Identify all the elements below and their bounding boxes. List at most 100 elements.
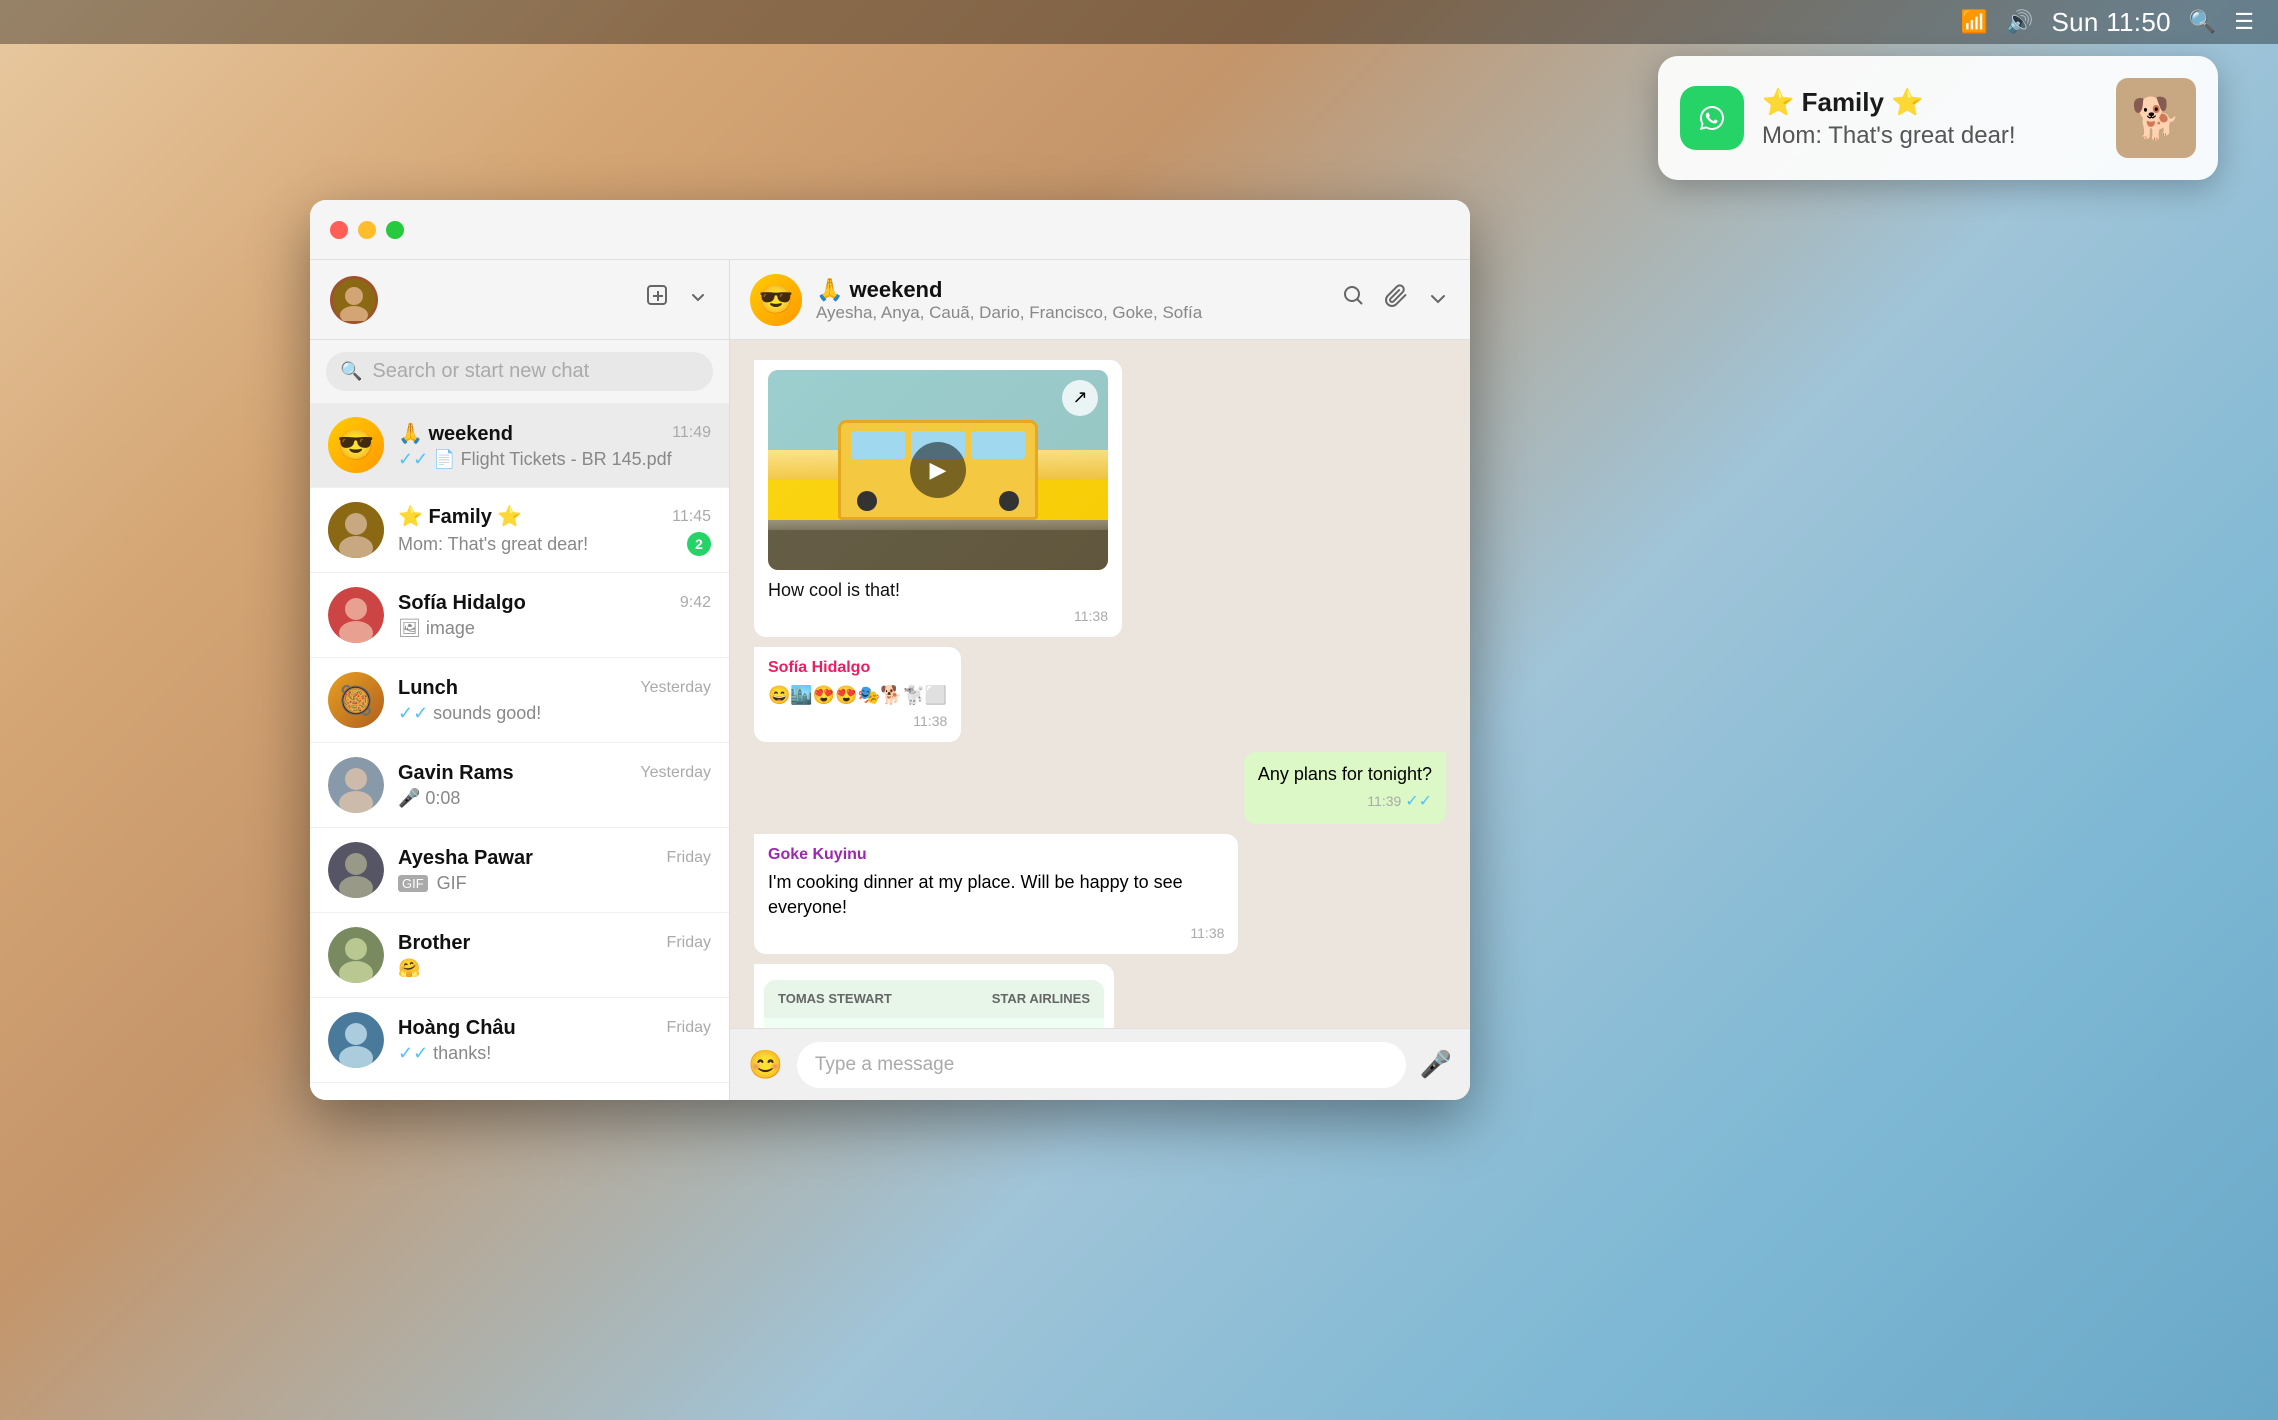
message-input-field[interactable]: Type a message — [797, 1042, 1406, 1088]
menubar: 📶 🔊 Sun 11:50 🔍 ☰ — [0, 0, 2278, 44]
chat-info-hoang: Hoàng Châu Friday ✓✓ thanks! — [398, 1017, 711, 1064]
messages-area: ▶ ↗ How cool is that! 11:38 Sofía Hidalg… — [730, 340, 1470, 1028]
chat-preview-family: Mom: That's great dear! 2 — [398, 532, 711, 556]
search-bar[interactable]: 🔍 Search or start new chat — [326, 352, 713, 391]
ticket-header: TOMAS STEWART STAR AIRLINES — [764, 980, 1104, 1018]
app-window: 🔍 Search or start new chat 😎 🙏 weekend 1… — [310, 200, 1470, 1100]
notification-title: ⭐ Family ⭐ — [1762, 87, 2098, 118]
microphone-button[interactable]: 🎤 — [1420, 1049, 1452, 1080]
chat-info-brother: Brother Friday 🤗 — [398, 932, 711, 979]
message-video: ▶ ↗ How cool is that! 11:38 — [754, 360, 1122, 637]
chat-preview-ayesha: GIF GIF — [398, 873, 711, 894]
chat-name-hoang: Hoàng Châu — [398, 1017, 516, 1040]
chat-header-avatar: 😎 — [750, 274, 802, 326]
chat-list: 😎 🙏 weekend 11:49 ✓✓ 📄 Flight Tickets - … — [310, 403, 729, 1100]
more-icon[interactable] — [1426, 284, 1450, 315]
search-menubar-icon[interactable]: 🔍 — [2189, 9, 2216, 35]
notification-message: Mom: That's great dear! — [1762, 122, 2098, 150]
video-share-button[interactable]: ↗ — [1062, 380, 1098, 416]
message-time-3: 11:38 — [768, 924, 1224, 944]
video-thumbnail[interactable]: ▶ ↗ — [768, 370, 1108, 570]
sidebar: 🔍 Search or start new chat 😎 🙏 weekend 1… — [310, 260, 730, 1100]
chat-name-family: ⭐ Family ⭐ — [398, 504, 522, 529]
chat-preview-weekend: ✓✓ 📄 Flight Tickets - BR 145.pdf — [398, 449, 711, 470]
sidebar-header — [310, 260, 729, 340]
chat-header-members: Ayesha, Anya, Cauã, Dario, Francisco, Go… — [816, 303, 1328, 323]
chat-info-sofia: Sofía Hidalgo 9:42 🖼 image — [398, 592, 711, 639]
message-text-outgoing: Any plans for tonight? — [1258, 762, 1432, 787]
traffic-lights — [330, 221, 404, 239]
chat-avatar-weekend: 😎 — [328, 417, 384, 473]
chat-time-family: 11:45 — [672, 508, 711, 526]
chat-item-family[interactable]: ⭐ Family ⭐ 11:45 Mom: That's great dear!… — [310, 488, 729, 573]
chat-time-hoang: Friday — [667, 1019, 711, 1037]
ticket-airline: STAR AIRLINES — [992, 990, 1090, 1008]
emoji-button[interactable]: 😊 — [748, 1048, 783, 1081]
chat-item-weekend[interactable]: 😎 🙏 weekend 11:49 ✓✓ 📄 Flight Tickets - … — [310, 403, 729, 488]
menubar-right: 📶 🔊 Sun 11:50 🔍 ☰ — [1961, 7, 2254, 38]
chat-panel: 😎 🙏 weekend Ayesha, Anya, Cauã, Dario, F… — [730, 260, 1470, 1100]
chat-time-lunch: Yesterday — [640, 679, 711, 697]
notification-banner[interactable]: ⭐ Family ⭐ Mom: That's great dear! 🐕 — [1658, 56, 2218, 180]
message-ticket: TOMAS STEWART STAR AIRLINES LHR → SFO BR… — [754, 964, 1114, 1028]
ticket-route: LHR → SFO BR 145 10A — [764, 1018, 1104, 1028]
chat-avatar-family — [328, 502, 384, 558]
menubar-time: Sun 11:50 — [2052, 7, 2171, 38]
message-text-video: How cool is that! — [768, 578, 1108, 603]
wifi-icon: 📶 — [1961, 9, 1988, 35]
video-play-button[interactable]: ▶ — [910, 442, 966, 498]
chat-info-family: ⭐ Family ⭐ 11:45 Mom: That's great dear!… — [398, 504, 711, 556]
chat-avatar-hoang — [328, 1012, 384, 1068]
chat-name-lunch: Lunch — [398, 677, 458, 700]
message-text-sofia: 😄🏙️😍😍🎭🐕🐩⬜ — [768, 683, 947, 708]
chat-time-ayesha: Friday — [667, 849, 711, 867]
compose-icon[interactable] — [645, 283, 671, 316]
chat-preview-sofia: 🖼 image — [398, 618, 711, 639]
minimize-button[interactable] — [358, 221, 376, 239]
chat-item-brother[interactable]: Brother Friday 🤗 — [310, 913, 729, 998]
flight-ticket: TOMAS STEWART STAR AIRLINES LHR → SFO BR… — [764, 980, 1104, 1028]
volume-icon: 🔊 — [2006, 9, 2033, 35]
close-button[interactable] — [330, 221, 348, 239]
search-icon: 🔍 — [340, 361, 362, 382]
paperclip-icon[interactable] — [1384, 284, 1408, 315]
chat-name-ayesha: Ayesha Pawar — [398, 847, 533, 870]
ticket-passenger: TOMAS STEWART — [778, 990, 892, 1008]
chat-item-lunch[interactable]: 🥘 Lunch Yesterday ✓✓ sounds good! — [310, 658, 729, 743]
chat-search-icon[interactable] — [1342, 284, 1366, 315]
chat-preview-lunch: ✓✓ sounds good! — [398, 703, 711, 724]
message-goke: Goke Kuyinu I'm cooking dinner at my pla… — [754, 834, 1238, 954]
chat-header-name: 🙏 weekend — [816, 277, 1328, 303]
profile-avatar[interactable] — [330, 276, 378, 324]
search-input[interactable]: Search or start new chat — [372, 360, 589, 383]
chat-avatar-ayesha — [328, 842, 384, 898]
notification-avatar: 🐕 — [2116, 78, 2196, 158]
chat-time-sofia: 9:42 — [680, 594, 711, 612]
chat-item-hoang[interactable]: Hoàng Châu Friday ✓✓ thanks! — [310, 998, 729, 1083]
chat-item-ayesha[interactable]: Ayesha Pawar Friday GIF GIF — [310, 828, 729, 913]
chat-avatar-lunch: 🥘 — [328, 672, 384, 728]
whatsapp-app-icon — [1680, 86, 1744, 150]
chat-name-brother: Brother — [398, 932, 470, 955]
message-sender-goke: Goke Kuyinu — [768, 844, 1224, 866]
chat-preview-gavin: 🎤 0:08 — [398, 788, 711, 809]
menu-icon[interactable]: ☰ — [2234, 9, 2254, 35]
chevron-down-icon[interactable] — [687, 284, 709, 315]
message-time-2: 11:39 ✓✓ — [1258, 791, 1432, 813]
chat-info-ayesha: Ayesha Pawar Friday GIF GIF — [398, 847, 711, 894]
chat-avatar-sofia — [328, 587, 384, 643]
main-content: 🔍 Search or start new chat 😎 🙏 weekend 1… — [310, 260, 1470, 1100]
chat-header-icons — [1342, 284, 1450, 315]
chat-name-weekend: 🙏 weekend — [398, 421, 513, 446]
chat-name-gavin: Gavin Rams — [398, 762, 514, 785]
chat-avatar-brother — [328, 927, 384, 983]
message-input-bar: 😊 Type a message 🎤 — [730, 1028, 1470, 1100]
chat-avatar-gavin — [328, 757, 384, 813]
chat-item-gavin[interactable]: Gavin Rams Yesterday 🎤 0:08 — [310, 743, 729, 828]
chat-info-lunch: Lunch Yesterday ✓✓ sounds good! — [398, 677, 711, 724]
chat-info-gavin: Gavin Rams Yesterday 🎤 0:08 — [398, 762, 711, 809]
message-outgoing-tonight: Any plans for tonight? 11:39 ✓✓ — [1244, 752, 1446, 824]
maximize-button[interactable] — [386, 221, 404, 239]
notification-content: ⭐ Family ⭐ Mom: That's great dear! — [1762, 87, 2098, 150]
chat-item-sofia[interactable]: Sofía Hidalgo 9:42 🖼 image — [310, 573, 729, 658]
